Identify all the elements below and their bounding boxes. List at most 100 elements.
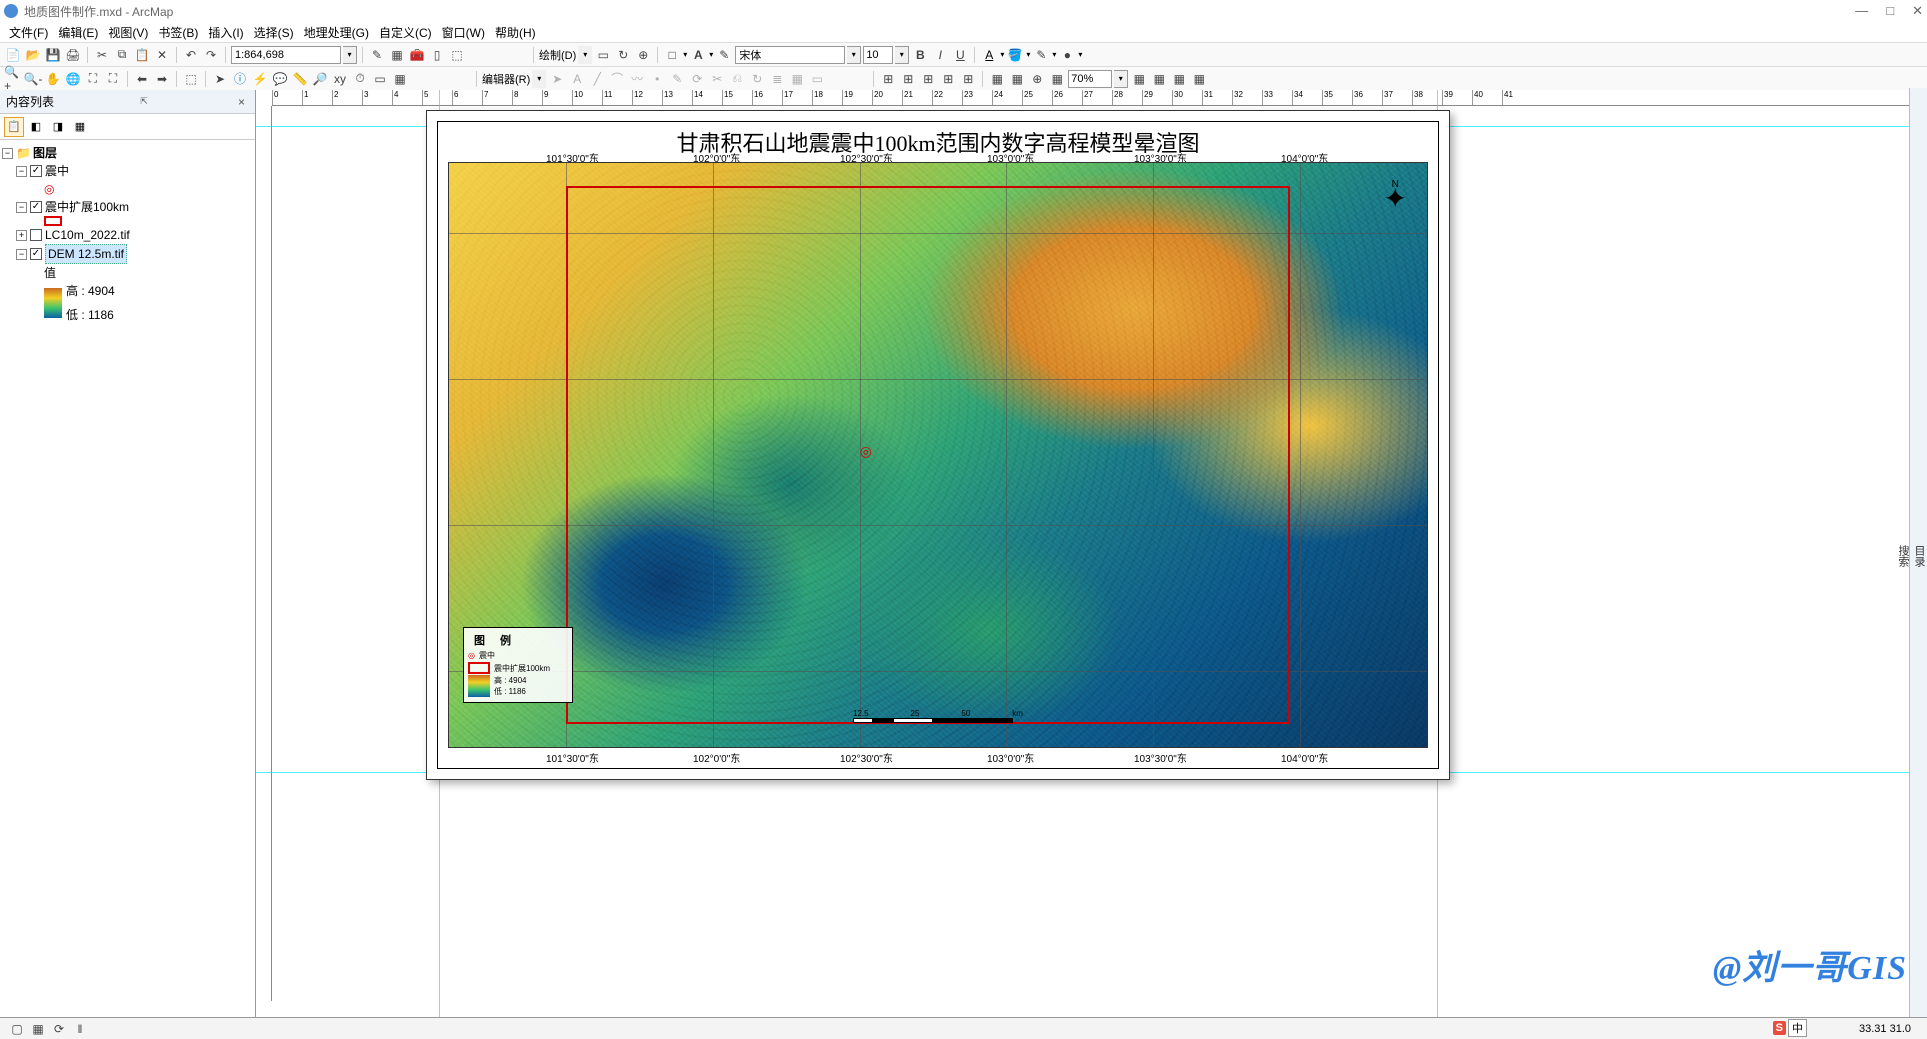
- font-select[interactable]: [735, 46, 845, 64]
- draw-dropdown-label[interactable]: 绘制(D): [539, 47, 576, 63]
- layer-symbol-epicenter[interactable]: ◎: [2, 180, 253, 198]
- redo-button[interactable]: ↷: [202, 46, 220, 64]
- open-button[interactable]: 📂: [24, 46, 42, 64]
- save-button[interactable]: 💾: [44, 46, 62, 64]
- expand-icon[interactable]: −: [16, 249, 27, 260]
- toolbox-icon[interactable]: 🧰: [408, 46, 426, 64]
- line-color-button[interactable]: ✎: [1032, 46, 1050, 64]
- layer-row-epicenter[interactable]: − ✓ 震中: [2, 162, 253, 180]
- attributes-button[interactable]: ≣: [768, 70, 786, 88]
- georef-1[interactable]: ⊞: [879, 70, 897, 88]
- pointer-button[interactable]: ➤: [211, 70, 229, 88]
- zoom-in-button[interactable]: 🔍+: [4, 70, 22, 88]
- menu-select[interactable]: 选择(S): [251, 23, 297, 42]
- identify-button[interactable]: ⓘ: [231, 70, 249, 88]
- delete-button[interactable]: ✕: [153, 46, 171, 64]
- toc-tab-drawing-order[interactable]: 📋: [4, 117, 24, 137]
- map-body[interactable]: ◎ N ✦ 图 例 ◎震中 震中扩展100km 高 : 4904: [448, 162, 1428, 748]
- menu-window[interactable]: 窗口(W): [439, 23, 488, 42]
- layout-zoom-out[interactable]: ▦: [1008, 70, 1026, 88]
- fixed-zoom-out-button[interactable]: ⛶: [104, 70, 122, 88]
- georef-4[interactable]: ⊞: [939, 70, 957, 88]
- html-popup-button[interactable]: 💬: [271, 70, 289, 88]
- map-frame[interactable]: 甘肃积石山地震震中100km范围内数字高程模型晕渲图 101°30'0"东 10…: [437, 121, 1439, 769]
- menu-file[interactable]: 文件(F): [6, 23, 51, 42]
- layer-row-lc10[interactable]: + LC10m_2022.tif: [2, 226, 253, 244]
- layer-checkbox[interactable]: ✓: [30, 201, 42, 213]
- draw-dropdown-arrow[interactable]: ▾: [578, 46, 592, 64]
- menu-customize[interactable]: 自定义(C): [376, 23, 435, 42]
- layout-view-button[interactable]: ▦: [29, 1020, 47, 1038]
- minimize-button[interactable]: —: [1855, 3, 1868, 19]
- copy-button[interactable]: ⧉: [113, 46, 131, 64]
- expand-icon[interactable]: −: [2, 148, 13, 159]
- marker-color-button[interactable]: ●: [1058, 46, 1076, 64]
- legend[interactable]: 图 例 ◎震中 震中扩展100km 高 : 4904 低 : 1186: [463, 627, 573, 703]
- editor-menu-label[interactable]: 编辑器(R): [482, 71, 530, 87]
- print-button[interactable]: 🖨: [64, 46, 82, 64]
- layout-zoom-in[interactable]: ▦: [988, 70, 1006, 88]
- pause-drawing-button[interactable]: ‖: [71, 1020, 89, 1038]
- sketch-props[interactable]: ▦: [788, 70, 806, 88]
- menu-geoprocessing[interactable]: 地理处理(G): [301, 23, 372, 42]
- layout-button[interactable]: ▦: [391, 70, 409, 88]
- georef-5[interactable]: ⊞: [959, 70, 977, 88]
- full-extent-button[interactable]: 🌐: [64, 70, 82, 88]
- font-color-button[interactable]: A: [980, 46, 998, 64]
- python-icon[interactable]: ▯: [428, 46, 446, 64]
- layer-row-extent[interactable]: − ✓ 震中扩展100km: [2, 198, 253, 216]
- dock-tab-catalog[interactable]: 目录: [1913, 545, 1925, 567]
- layer-checkbox[interactable]: [30, 229, 42, 241]
- layout-zoom-dropdown[interactable]: ▾: [1114, 70, 1128, 88]
- find-button[interactable]: 🔎: [311, 70, 329, 88]
- layout-pan[interactable]: ⊕: [1028, 70, 1046, 88]
- select-elements-button[interactable]: ▭: [594, 46, 612, 64]
- toc-tab-selection[interactable]: ▦: [70, 117, 90, 137]
- paste-button[interactable]: 📋: [133, 46, 151, 64]
- rotate-tool[interactable]: ↻: [748, 70, 766, 88]
- toc-close[interactable]: ×: [238, 95, 245, 109]
- scale-bar[interactable]: 12.5 25 50 km: [853, 709, 1023, 727]
- arc-segment[interactable]: ⌒: [608, 70, 626, 88]
- modelbuilder-icon[interactable]: ⬚: [448, 46, 466, 64]
- expand-icon[interactable]: −: [16, 166, 27, 177]
- expand-icon[interactable]: −: [16, 202, 27, 213]
- layer-row-dem[interactable]: − ✓ DEM 12.5m.tif: [2, 244, 253, 264]
- prev-extent-button[interactable]: ⬅: [133, 70, 151, 88]
- menu-insert[interactable]: 插入(I): [205, 23, 246, 42]
- edit-tool[interactable]: ➤: [548, 70, 566, 88]
- layout-whole[interactable]: ▦: [1048, 70, 1066, 88]
- font-dropdown[interactable]: ▾: [847, 46, 861, 64]
- edit-vertices[interactable]: ✎: [668, 70, 686, 88]
- zoom-out-button[interactable]: 🔍-: [24, 70, 42, 88]
- edit-vertices-button[interactable]: ✎: [715, 46, 733, 64]
- straight-segment[interactable]: ╱: [588, 70, 606, 88]
- menu-view[interactable]: 视图(V): [105, 23, 151, 42]
- layout-extra-3[interactable]: ▦: [1170, 70, 1188, 88]
- toc-tab-visibility[interactable]: ◨: [48, 117, 68, 137]
- expand-icon[interactable]: +: [16, 230, 27, 241]
- georef-2[interactable]: ⊞: [899, 70, 917, 88]
- menu-help[interactable]: 帮助(H): [492, 23, 539, 42]
- edit-annotation[interactable]: A: [568, 70, 586, 88]
- scale-input[interactable]: [231, 46, 341, 64]
- font-size-input[interactable]: [863, 46, 893, 64]
- point-tool[interactable]: •: [648, 70, 666, 88]
- cut-button[interactable]: ✂: [93, 46, 111, 64]
- fill-color-button[interactable]: 🪣: [1006, 46, 1024, 64]
- north-arrow[interactable]: N ✦: [1384, 178, 1407, 206]
- text-draw-button[interactable]: A: [689, 46, 707, 64]
- split-tool[interactable]: ⎌: [728, 70, 746, 88]
- ime-indicator[interactable]: S 中: [1773, 1019, 1807, 1037]
- trace-tool[interactable]: 〰: [628, 70, 646, 88]
- catalog-icon[interactable]: ▦: [388, 46, 406, 64]
- toc-pin[interactable]: ⇱: [140, 96, 148, 107]
- time-slider-button[interactable]: ⏱: [351, 70, 369, 88]
- measure-button[interactable]: 📏: [291, 70, 309, 88]
- georef-3[interactable]: ⊞: [919, 70, 937, 88]
- menu-bookmarks[interactable]: 书签(B): [155, 23, 201, 42]
- pan-button[interactable]: ✋: [44, 70, 62, 88]
- layer-symbol-extent[interactable]: [2, 216, 253, 226]
- dock-tab-search[interactable]: 搜索: [1897, 545, 1909, 567]
- refresh-button[interactable]: ⟳: [50, 1020, 68, 1038]
